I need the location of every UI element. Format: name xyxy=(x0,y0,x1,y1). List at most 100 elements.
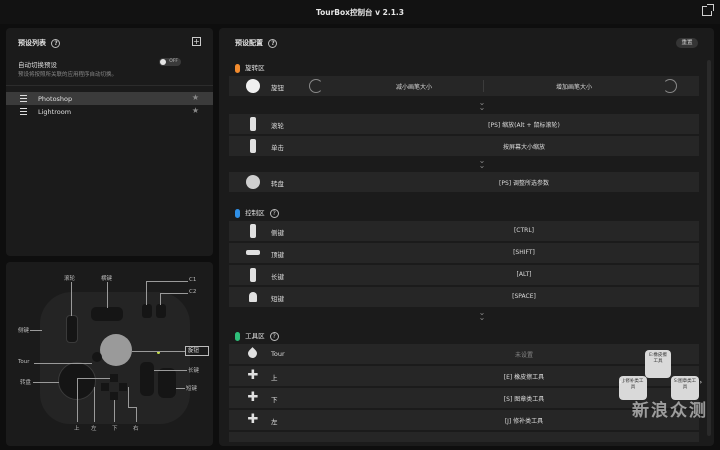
leader-line xyxy=(114,400,115,422)
leader-line xyxy=(176,388,185,389)
leader-line xyxy=(71,282,72,316)
scroll-wheel-control[interactable] xyxy=(66,315,78,343)
row-value: [PS] 缩放(Alt + 鼠标滚轮) xyxy=(488,122,560,129)
help-icon[interactable]: ? xyxy=(268,38,278,48)
leader-line xyxy=(94,387,95,422)
row-top-key[interactable]: 顶键 [SHIFT] xyxy=(229,243,699,263)
config-header: 预设配置 ? xyxy=(235,38,278,48)
row-label: 长键 xyxy=(271,273,284,281)
orange-pill-icon xyxy=(235,63,240,73)
leader-line xyxy=(132,351,185,352)
preset-list-header: 预设列表 ? xyxy=(18,38,61,48)
label-right: 右 xyxy=(133,426,139,432)
knob-icon xyxy=(246,79,260,93)
leader-line xyxy=(107,282,108,308)
label-scroll: 滚轮 xyxy=(64,276,76,282)
rotate-right-icon[interactable] xyxy=(663,79,677,93)
leader-line xyxy=(77,378,78,422)
rotate-left-icon[interactable] xyxy=(309,79,323,93)
section-tools: 工具区 ? xyxy=(235,330,279,341)
row-label: 转盘 xyxy=(271,180,284,188)
hud-up: E:橡皮擦工具 xyxy=(645,350,671,378)
dpad-up[interactable] xyxy=(110,374,118,382)
chevron-down-icon[interactable]: ⌄ ⌄ xyxy=(477,99,487,112)
knob-control[interactable] xyxy=(100,334,132,366)
section-rotary-label: 旋转区 xyxy=(245,64,265,72)
watermark: 新浪众测 xyxy=(632,401,708,421)
divider xyxy=(483,80,484,92)
preset-item-lightroom[interactable]: Lightroom ★ xyxy=(6,105,213,118)
row-label: 下 xyxy=(271,396,278,404)
star-icon[interactable]: ★ xyxy=(192,106,199,115)
section-control: 控制区 ? xyxy=(235,207,279,218)
label-long: 长键 xyxy=(188,368,200,374)
star-icon[interactable]: ★ xyxy=(192,93,199,102)
chevron-down-icon[interactable]: ⌄ ⌄ xyxy=(477,309,487,322)
divider xyxy=(6,85,213,86)
chevron-down-icon[interactable]: ⌄ ⌄ xyxy=(477,157,487,170)
leader-line xyxy=(34,363,92,364)
row-label: 短键 xyxy=(271,295,284,303)
leader-line xyxy=(77,378,110,379)
c2-button-control[interactable] xyxy=(156,304,166,318)
help-icon[interactable]: ? xyxy=(269,208,279,218)
preset-list-panel: 预设列表 ? + 自动切换预设 预设将按照所关联的应用程序自动切换。 OFF P… xyxy=(6,28,213,256)
autoswitch-label: 自动切换预设 xyxy=(18,61,57,69)
row-scroll[interactable]: 滚轮 [PS] 缩放(Alt + 鼠标滚轮) xyxy=(229,114,699,134)
row-value: [SHIFT] xyxy=(513,249,535,256)
arrow-left-icon: ‹ xyxy=(619,379,622,386)
row-short-key[interactable]: 短键 [SPACE] xyxy=(229,287,699,307)
row-knob[interactable]: 旋钮 减小画笔大小 增加画笔大小 xyxy=(229,76,699,96)
row-click[interactable]: 单击 按屏幕大小缩放 xyxy=(229,136,699,156)
long-button-control[interactable] xyxy=(140,362,154,396)
row-label: 滚轮 xyxy=(271,122,284,130)
row-label: 侧键 xyxy=(271,229,284,237)
scrollbar[interactable] xyxy=(707,60,711,436)
drag-handle-icon[interactable] xyxy=(20,95,27,102)
reset-button[interactable]: 重置 xyxy=(676,38,698,48)
help-icon[interactable]: ? xyxy=(51,38,61,48)
drag-handle-icon[interactable] xyxy=(20,108,27,115)
row-value: 按屏幕大小缩放 xyxy=(502,144,545,151)
label-dial: 转盘 xyxy=(20,380,32,386)
leader-line xyxy=(146,281,188,282)
section-tools-label: 工具区 xyxy=(245,332,265,340)
row-side-key[interactable]: 侧键 [CTRL] xyxy=(229,221,699,241)
green-pill-icon xyxy=(235,331,240,341)
leader-line xyxy=(33,382,59,383)
tall-button-control[interactable] xyxy=(91,307,123,321)
dpad-left[interactable] xyxy=(101,383,109,391)
row-value: [PS] 调整所选参数 xyxy=(498,180,550,187)
tour-key-icon xyxy=(246,347,259,360)
label-c2: C2 xyxy=(189,289,197,295)
dpad-down[interactable] xyxy=(110,392,118,400)
title-bar: TourBox控制台 v 2.1.3 xyxy=(0,0,720,24)
row-dial[interactable]: 转盘 [PS] 调整所选参数 xyxy=(229,172,699,192)
tour-button-control[interactable] xyxy=(92,352,102,362)
label-up: 上 xyxy=(74,426,80,432)
arrow-right-icon: › xyxy=(699,379,702,386)
short-button-control[interactable] xyxy=(158,368,176,398)
c1-button-control[interactable] xyxy=(142,304,152,318)
toggle-knob xyxy=(160,59,166,65)
section-control-label: 控制区 xyxy=(245,209,265,217)
blue-pill-icon xyxy=(235,208,240,218)
knob-right-action: 增加画笔大小 xyxy=(555,84,592,91)
leader-line xyxy=(30,330,42,331)
dpad-right[interactable] xyxy=(119,383,127,391)
label-c1: C1 xyxy=(189,277,197,283)
row-value: [ALT] xyxy=(516,271,532,278)
dpad-icon: ✚ xyxy=(247,368,259,383)
leader-line xyxy=(136,407,137,422)
side-key-icon xyxy=(250,224,256,238)
label-knob-box: 旋钮 xyxy=(185,346,209,356)
leader-line xyxy=(128,407,136,408)
autoswitch-toggle[interactable]: OFF xyxy=(159,58,181,66)
hud-right: S:图章类工具 xyxy=(671,376,699,400)
preset-item-photoshop[interactable]: Photoshop ★ xyxy=(6,92,213,105)
external-window-icon[interactable] xyxy=(702,4,714,16)
row-long-key[interactable]: 长键 [ALT] xyxy=(229,265,699,285)
help-icon[interactable]: ? xyxy=(269,331,279,341)
add-preset-button[interactable]: + xyxy=(192,37,201,46)
row-label: 上 xyxy=(271,374,278,382)
